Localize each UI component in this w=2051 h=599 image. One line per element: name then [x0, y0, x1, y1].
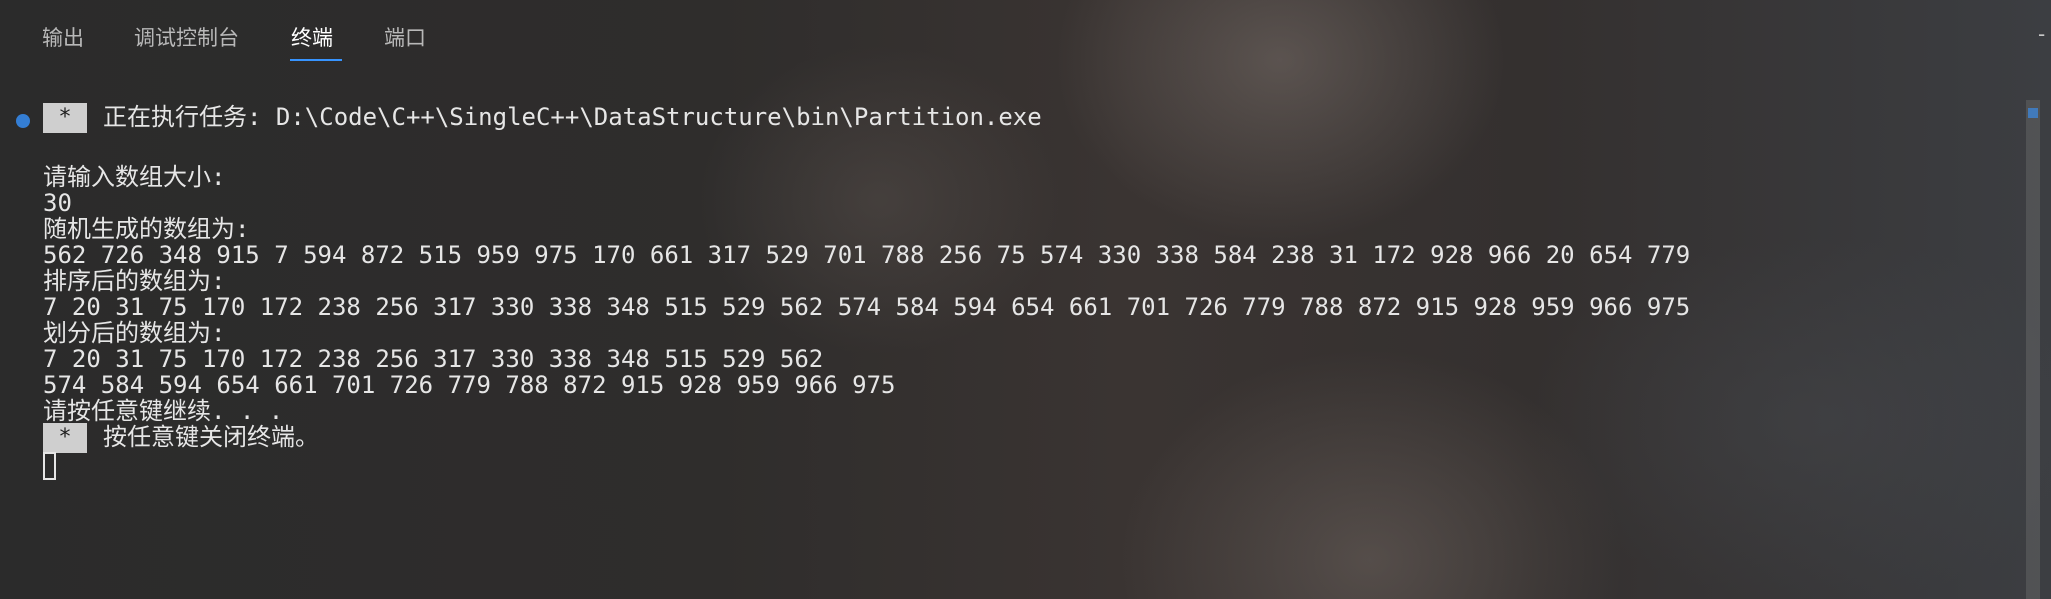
output-line: 7 20 31 75 170 172 238 256 317 330 338 3…: [43, 293, 1691, 321]
output-line: 562 726 348 915 7 594 872 515 959 975 17…: [43, 241, 1691, 269]
terminal-output[interactable]: * 正在执行任务: D:\Code\C++\SingleC++\DataStruc…: [0, 100, 2020, 599]
task-status-dot-icon: [16, 114, 30, 128]
scrollbar-thumb[interactable]: [2026, 100, 2040, 599]
terminal-panel: 输出 调试控制台 终端 端口 - * 正在执行任务: D:\Code\C++\Si…: [0, 0, 2051, 599]
task-line: * 正在执行任务: D:\Code\C++\SingleC++\DataStruc…: [43, 100, 1042, 134]
close-prompt-line: * 按任意键关闭终端。: [43, 420, 319, 454]
scroll-position-marker: [2028, 108, 2038, 118]
tab-debug-console[interactable]: 调试控制台: [134, 22, 239, 52]
close-star-badge: *: [43, 423, 87, 453]
close-prompt-text: 按任意键关闭终端。: [103, 423, 319, 451]
active-tab-indicator: [290, 59, 342, 61]
tab-output[interactable]: 输出: [42, 22, 84, 52]
tab-terminal[interactable]: 终端: [291, 22, 333, 52]
terminal-cursor: [43, 452, 56, 480]
panel-tab-bar: 输出 调试控制台 终端 端口 -: [0, 0, 2051, 70]
panel-action-glyph[interactable]: -: [2038, 22, 2045, 46]
task-star-badge: *: [43, 103, 87, 133]
tab-ports[interactable]: 端口: [384, 22, 426, 52]
task-line-text: 正在执行任务: D:\Code\C++\SingleC++\DataStruct…: [103, 103, 1042, 131]
